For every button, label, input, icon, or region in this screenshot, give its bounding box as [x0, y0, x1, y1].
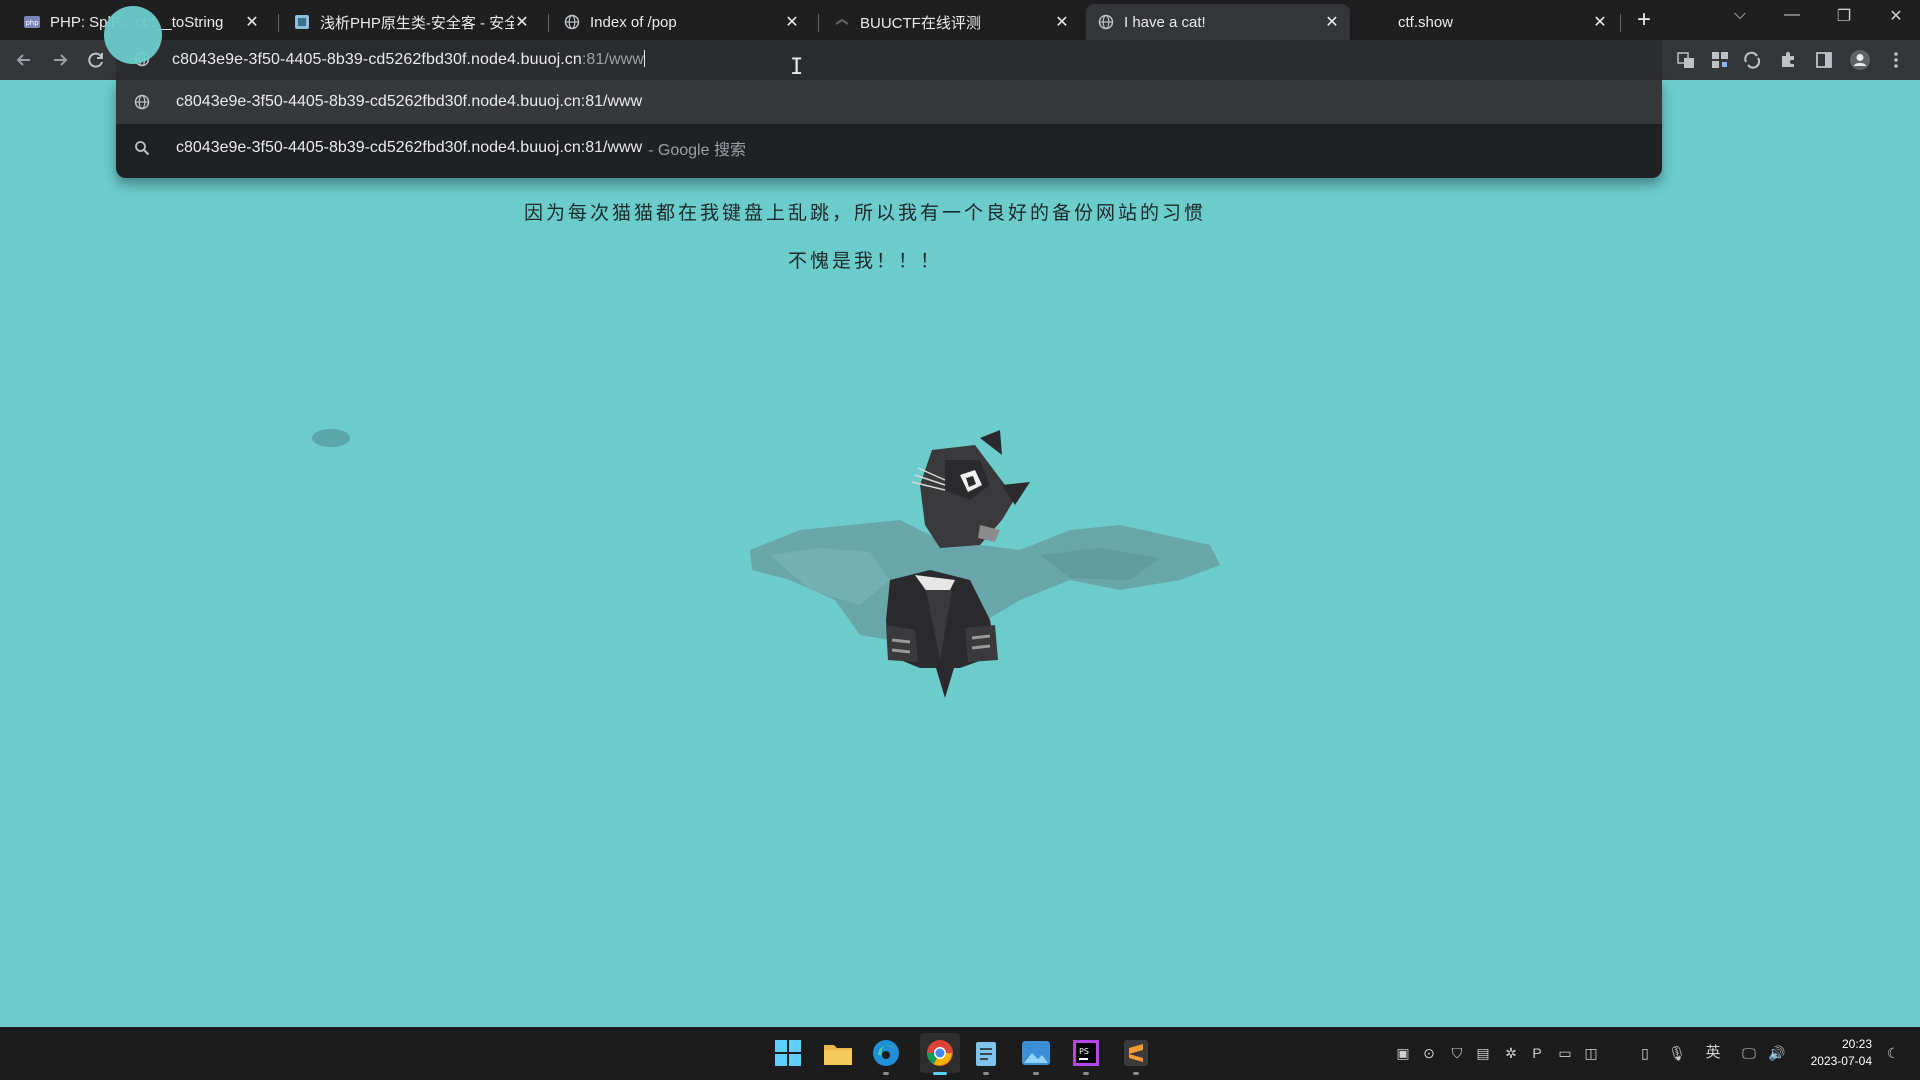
qr-extension-icon[interactable] — [1708, 48, 1732, 72]
translate-extension-icon[interactable] — [1674, 48, 1698, 72]
text-caret — [643, 50, 645, 67]
running-indicator — [1083, 1072, 1089, 1075]
tab-strip: php PHP: SplF…ct::__toString ✕ 浅析PHP原生类-… — [0, 0, 1920, 40]
svg-text:PS: PS — [1079, 1047, 1089, 1056]
close-tab-icon[interactable]: ✕ — [784, 12, 800, 32]
svg-text:php: php — [25, 19, 39, 27]
restore-button[interactable]: ❐ — [1824, 6, 1864, 26]
sync-extension-icon[interactable] — [1740, 48, 1764, 72]
new-tab-button[interactable]: + — [1630, 6, 1658, 34]
battery-icon[interactable]: ▯ — [1636, 1044, 1654, 1062]
notifications-moon-icon[interactable]: ☾ — [1884, 1044, 1902, 1062]
tab-title: I have a cat! — [1124, 13, 1206, 31]
clock-date: 2023-07-04 — [1810, 1054, 1872, 1068]
suggestion-search-engine: - Google 搜索 — [648, 142, 746, 159]
search-icon — [132, 140, 152, 156]
running-indicator — [1133, 1072, 1139, 1075]
tab-separator — [1620, 14, 1621, 32]
globe-icon — [1098, 14, 1114, 30]
remote-desktop-icon[interactable]: ◫ — [1582, 1044, 1600, 1062]
tab-search-chevron-icon[interactable]: ⌵ — [1720, 6, 1760, 24]
tab-buuctf[interactable]: BUUCTF在线评测 ✕ — [822, 4, 1080, 40]
forward-arrow-icon[interactable] — [48, 48, 72, 72]
tab-i-have-a-cat[interactable]: I have a cat! ✕ — [1086, 4, 1350, 40]
tab-separator — [278, 14, 279, 32]
globe-icon — [564, 14, 580, 30]
windows-taskbar: PS ▣ ⊙ ⛉ ▤ ✲ P ▭ ◫ ▯ 🎙 英 🖵 🔊 20:23 2023-… — [0, 1027, 1920, 1080]
sublime-icon[interactable] — [1120, 1037, 1152, 1075]
url-path: :81/www — [581, 51, 644, 68]
close-tab-icon[interactable]: ✕ — [1324, 12, 1340, 32]
low-poly-cat-image — [750, 430, 1220, 698]
menu-kebab-icon[interactable] — [1884, 48, 1908, 72]
floating-shadow-blob — [312, 429, 350, 447]
page-text-line-1: 因为每次猫猫都在我键盘上乱跳，所以我有一个良好的备份网站的习惯 — [523, 202, 1206, 224]
extensions-puzzle-icon[interactable] — [1776, 48, 1800, 72]
volume-icon[interactable]: 🔊 — [1768, 1044, 1786, 1062]
display-icon[interactable]: ▭ — [1556, 1044, 1574, 1062]
tab-index-of-pop[interactable]: Index of /pop ✕ — [552, 4, 810, 40]
running-indicator — [983, 1072, 989, 1075]
screenshot-icon[interactable]: ⊙ — [1420, 1044, 1438, 1062]
tab-title: BUUCTF在线评测 — [860, 14, 981, 32]
tab-title: ctf.show — [1398, 13, 1454, 31]
buuctf-icon — [834, 14, 850, 30]
close-tab-icon[interactable]: ✕ — [1592, 12, 1608, 32]
page-text-line-2: 不愧是我！！！ — [787, 250, 942, 272]
settings-gear-icon[interactable]: ✲ — [1502, 1044, 1520, 1062]
anquanke-icon — [294, 14, 310, 30]
profile-avatar-icon[interactable] — [1848, 48, 1872, 72]
running-indicator — [1033, 1072, 1039, 1075]
clock-time: 20:23 — [1841, 1037, 1872, 1051]
p-app-icon[interactable]: P — [1528, 1044, 1546, 1062]
file-explorer-icon[interactable] — [822, 1037, 854, 1069]
reload-icon[interactable] — [84, 48, 108, 72]
address-bar-input[interactable]: c8043e9e-3f50-4405-8b39-cd5262fbd30f.nod… — [172, 50, 645, 69]
close-tab-icon[interactable]: ✕ — [514, 12, 530, 32]
php-icon: php — [24, 14, 40, 30]
cursor-highlight-circle — [104, 6, 162, 64]
address-bar[interactable]: c8043e9e-3f50-4405-8b39-cd5262fbd30f.nod… — [116, 40, 1662, 80]
ctfshow-icon — [1372, 14, 1388, 30]
text-cursor-ibeam-icon: I — [790, 55, 804, 80]
notepad-icon[interactable] — [970, 1037, 1002, 1075]
tab-anquanke[interactable]: 浅析PHP原生类-安全客 - 安全资 ✕ — [282, 4, 540, 40]
side-panel-icon[interactable] — [1812, 48, 1836, 72]
active-indicator — [933, 1072, 947, 1075]
close-tab-icon[interactable]: ✕ — [1054, 12, 1070, 32]
network-icon[interactable]: 🖵 — [1740, 1044, 1758, 1062]
minimize-button[interactable]: — — [1772, 6, 1812, 24]
tab-separator — [818, 14, 819, 32]
system-clock[interactable]: 20:23 2023-07-04 — [1800, 1036, 1872, 1070]
tray-app-icon[interactable]: ▣ — [1394, 1044, 1412, 1062]
suggestion-text: c8043e9e-3f50-4405-8b39-cd5262fbd30f.nod… — [176, 139, 643, 156]
close-window-button[interactable]: ✕ — [1876, 6, 1916, 26]
browser-toolbar: c8043e9e-3f50-4405-8b39-cd5262fbd30f.nod… — [0, 40, 1920, 80]
note-icon[interactable]: ▤ — [1474, 1044, 1492, 1062]
chrome-icon[interactable] — [920, 1033, 960, 1075]
url-host: c8043e9e-3f50-4405-8b39-cd5262fbd30f.nod… — [172, 51, 582, 68]
tab-separator — [548, 14, 549, 32]
phpstorm-icon[interactable]: PS — [1070, 1037, 1102, 1075]
suggestion-url[interactable]: c8043e9e-3f50-4405-8b39-cd5262fbd30f.nod… — [116, 80, 1662, 124]
suggestion-search[interactable]: c8043e9e-3f50-4405-8b39-cd5262fbd30f.nod… — [116, 126, 1662, 170]
tab-title: 浅析PHP原生类-安全客 - 安全资 — [320, 14, 514, 32]
tab-title: Index of /pop — [590, 13, 677, 31]
suggestion-text: c8043e9e-3f50-4405-8b39-cd5262fbd30f.nod… — [176, 93, 643, 110]
windows-start-icon[interactable] — [772, 1037, 804, 1069]
photos-icon[interactable] — [1020, 1037, 1052, 1075]
close-tab-icon[interactable]: ✕ — [244, 12, 260, 32]
shield-icon[interactable]: ⛉ — [1448, 1044, 1466, 1062]
omnibox-suggestions: c8043e9e-3f50-4405-8b39-cd5262fbd30f.nod… — [116, 80, 1662, 178]
edge-icon[interactable] — [870, 1037, 902, 1075]
ime-indicator[interactable]: 英 — [1704, 1044, 1722, 1062]
globe-icon — [132, 94, 152, 110]
running-indicator — [883, 1072, 889, 1075]
back-arrow-icon[interactable] — [12, 48, 36, 72]
tab-ctfshow[interactable]: ctf.show ✕ — [1360, 4, 1618, 40]
microphone-icon[interactable]: 🎙 — [1668, 1044, 1686, 1062]
